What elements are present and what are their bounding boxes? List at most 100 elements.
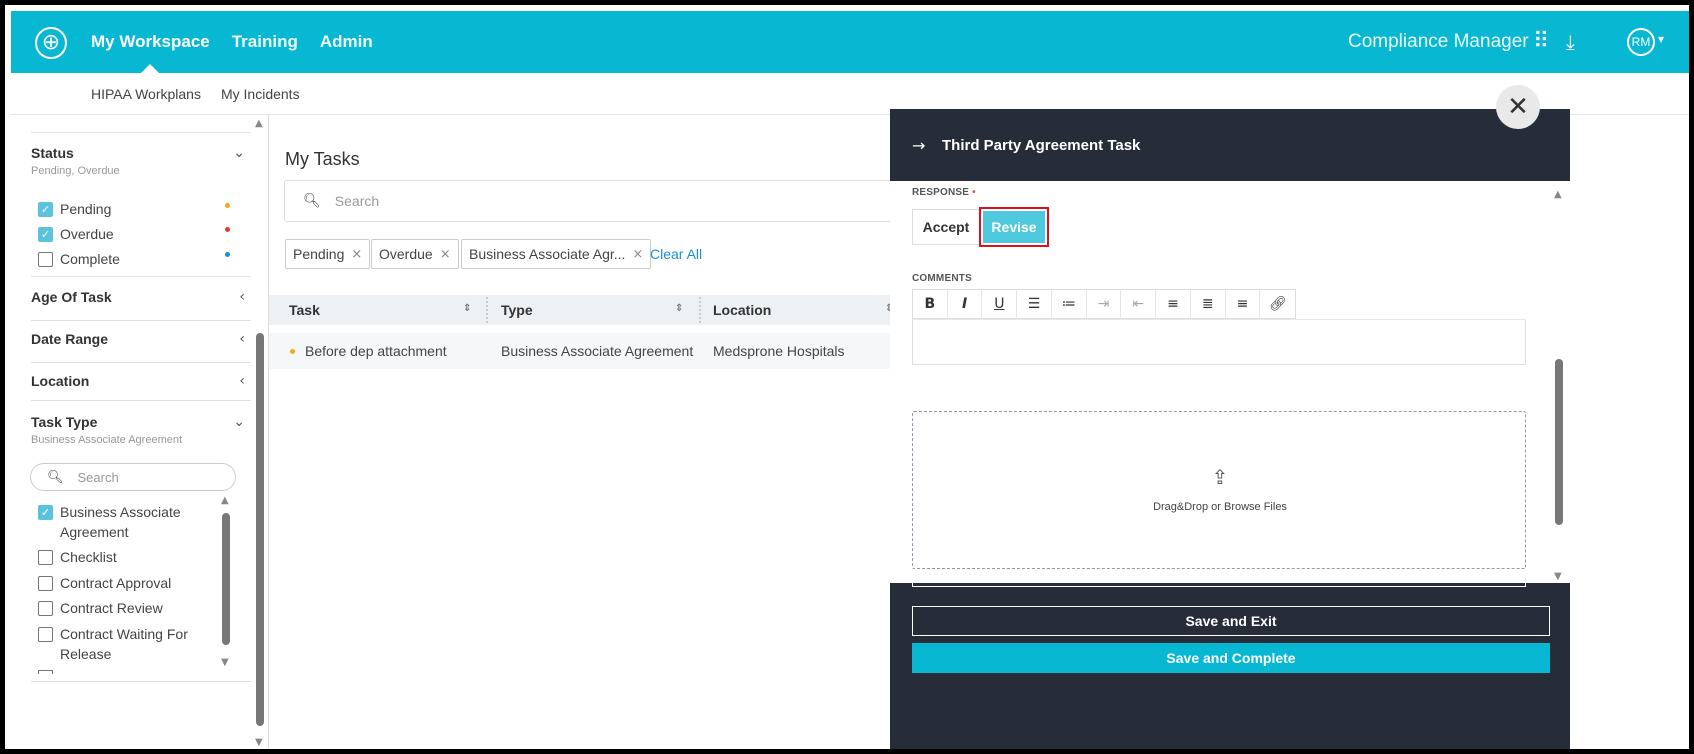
filter-chip-overdue[interactable]: Overdue × — [371, 239, 459, 269]
subnav-my-incidents[interactable]: My Incidents — [221, 86, 300, 102]
checkbox-icon[interactable] — [38, 627, 53, 642]
task-search-input[interactable]: 🔍︎ Search — [284, 180, 924, 222]
revise-button[interactable]: Revise — [983, 211, 1045, 243]
align-left-icon[interactable]: ≡ — [1156, 290, 1191, 318]
subnav-hipaa-workplans[interactable]: HIPAA Workplans — [91, 86, 201, 102]
accept-button[interactable]: Accept — [912, 209, 980, 245]
date-range-title: Date Range — [31, 331, 109, 347]
italic-icon[interactable]: I — [948, 290, 983, 318]
location-filter[interactable]: Location ‹ — [31, 373, 251, 401]
status-filter-summary: Pending, Overdue — [31, 165, 120, 177]
file-dropzone[interactable]: ⇪ Drag&Drop or Browse Files — [912, 411, 1526, 569]
outdent-icon[interactable]: ⇤ — [1121, 290, 1157, 318]
search-placeholder: Search — [77, 469, 119, 485]
scroll-up-icon[interactable]: ▲ — [255, 118, 263, 129]
task-type-option-contract-approval[interactable]: Contract Approval — [38, 575, 171, 591]
cell-location: Medsprone Hospitals — [713, 343, 845, 359]
sidebar-scrollbar[interactable]: ▲ ▼ — [253, 115, 267, 749]
task-type-option-checklist[interactable]: Checklist — [38, 549, 117, 565]
indent-icon[interactable]: ⇥ — [1087, 290, 1122, 318]
date-range-filter[interactable]: Date Range ‹ — [31, 331, 251, 363]
scrollbar-thumb[interactable] — [222, 513, 230, 645]
nav-my-workspace[interactable]: My Workspace — [91, 11, 210, 73]
task-type-option-contract-review[interactable]: Contract Review — [38, 600, 163, 616]
scrollbar-thumb[interactable] — [1555, 359, 1563, 525]
chevron-left-icon[interactable]: ‹ — [239, 331, 245, 347]
checkbox-icon[interactable] — [38, 670, 53, 674]
bullet-list-icon[interactable]: ☰ — [1017, 290, 1052, 318]
numbered-list-icon[interactable]: ≔ — [1052, 290, 1087, 318]
column-resizer[interactable] — [699, 297, 701, 323]
remove-icon[interactable]: × — [440, 247, 451, 262]
column-header-task[interactable]: Task — [289, 295, 320, 325]
chevron-left-icon[interactable]: ‹ — [239, 289, 245, 305]
revise-button-highlight[interactable]: Revise — [979, 207, 1049, 247]
chevron-down-icon[interactable]: ⌄ — [233, 145, 245, 161]
app-logo-icon[interactable]: ⊕ — [35, 27, 67, 59]
task-type-search-input[interactable]: 🔍︎ Search — [30, 463, 236, 491]
save-and-exit-button[interactable]: Save and Exit — [912, 606, 1550, 636]
cell-task[interactable]: Before dep attachment — [305, 333, 447, 369]
filter-chip-task-type[interactable]: Business Associate Agr... × — [461, 239, 652, 269]
divider — [912, 583, 1526, 587]
checkbox-icon[interactable] — [38, 550, 53, 565]
task-type-title[interactable]: Task Type — [31, 414, 251, 430]
sort-icon[interactable]: ⇕ — [675, 303, 683, 314]
column-resizer[interactable] — [486, 297, 488, 323]
align-right-icon[interactable]: ≡ — [1226, 290, 1261, 318]
status-dot — [290, 349, 295, 354]
column-header-location[interactable]: Location — [713, 295, 771, 325]
scroll-down-icon[interactable]: ▼ — [255, 737, 263, 748]
comments-label: COMMENTS — [912, 273, 972, 284]
arrow-right-icon[interactable]: → — [912, 136, 925, 155]
bold-icon[interactable]: B — [913, 290, 948, 318]
checkbox-icon[interactable] — [38, 252, 53, 267]
align-center-icon[interactable]: ≣ — [1191, 290, 1226, 318]
checkbox-checked-icon[interactable]: ✓ — [38, 505, 53, 520]
scroll-down-icon[interactable]: ▼ — [1554, 571, 1562, 582]
checkbox-checked-icon[interactable]: ✓ — [38, 227, 53, 242]
task-type-option-contract-waiting-for-release[interactable]: Contract Waiting For Release — [38, 626, 198, 664]
grid-icon[interactable]: ⠿ — [1533, 29, 1549, 55]
link-icon[interactable]: 🔗︎ — [1260, 290, 1295, 318]
status-filter-title[interactable]: Status — [31, 145, 251, 161]
avatar[interactable]: RM — [1627, 28, 1655, 56]
task-type-scrollbar[interactable]: ▲ ▼ — [219, 495, 233, 670]
checkbox-icon[interactable] — [38, 576, 53, 591]
status-option-complete[interactable]: Complete — [38, 251, 120, 267]
scroll-up-icon[interactable]: ▲ — [1554, 189, 1562, 200]
clear-all-link[interactable]: Clear All — [650, 246, 702, 262]
close-panel-button[interactable]: ✕ — [1496, 85, 1540, 129]
chevron-left-icon[interactable]: ‹ — [239, 373, 245, 389]
scrollbar-thumb[interactable] — [256, 333, 264, 726]
scroll-up-icon[interactable]: ▲ — [221, 495, 229, 506]
filter-chip-pending[interactable]: Pending × — [285, 239, 371, 269]
status-option-overdue[interactable]: ✓ Overdue — [38, 226, 114, 242]
remove-icon[interactable]: × — [351, 247, 362, 262]
save-and-complete-button[interactable]: Save and Complete — [912, 643, 1550, 673]
column-header-type[interactable]: Type — [501, 295, 533, 325]
panel-scrollbar[interactable]: ▲ ▼ — [1552, 189, 1566, 583]
sort-icon[interactable]: ⇕ — [463, 303, 471, 314]
task-type-option-business-associate-agreement[interactable]: ✓ Business Associate Agreement — [38, 504, 208, 542]
chevron-down-icon[interactable]: ⌄ — [233, 414, 245, 430]
remove-icon[interactable]: × — [632, 247, 643, 262]
nav-training[interactable]: Training — [232, 11, 298, 73]
status-option-pending[interactable]: ✓ Pending — [38, 201, 111, 217]
age-of-task-title: Age Of Task — [31, 289, 112, 305]
option-label: Complete — [60, 251, 120, 267]
comments-editor[interactable] — [912, 319, 1526, 365]
chevron-down-icon[interactable]: ▾ — [1658, 32, 1664, 46]
download-icon[interactable]: ⤓ — [1566, 29, 1575, 55]
checkbox-icon[interactable] — [38, 601, 53, 616]
checkbox-checked-icon[interactable]: ✓ — [38, 202, 53, 217]
underline-icon[interactable]: U — [982, 290, 1018, 318]
panel-footer: Save and Exit Save and Complete — [890, 583, 1570, 749]
scroll-down-icon[interactable]: ▼ — [221, 657, 229, 668]
table-row[interactable]: Before dep attachment Business Associate… — [269, 333, 909, 369]
brand-title: Compliance Manager — [1348, 31, 1529, 52]
task-type-filter: Task Type Business Associate Agreement ⌄ — [31, 414, 251, 446]
age-of-task-filter[interactable]: Age Of Task ‹ — [31, 289, 251, 321]
main-content: My Tasks 🔍︎ Search Pending × Overdue × Bus… — [269, 115, 924, 749]
nav-admin[interactable]: Admin — [320, 11, 373, 73]
